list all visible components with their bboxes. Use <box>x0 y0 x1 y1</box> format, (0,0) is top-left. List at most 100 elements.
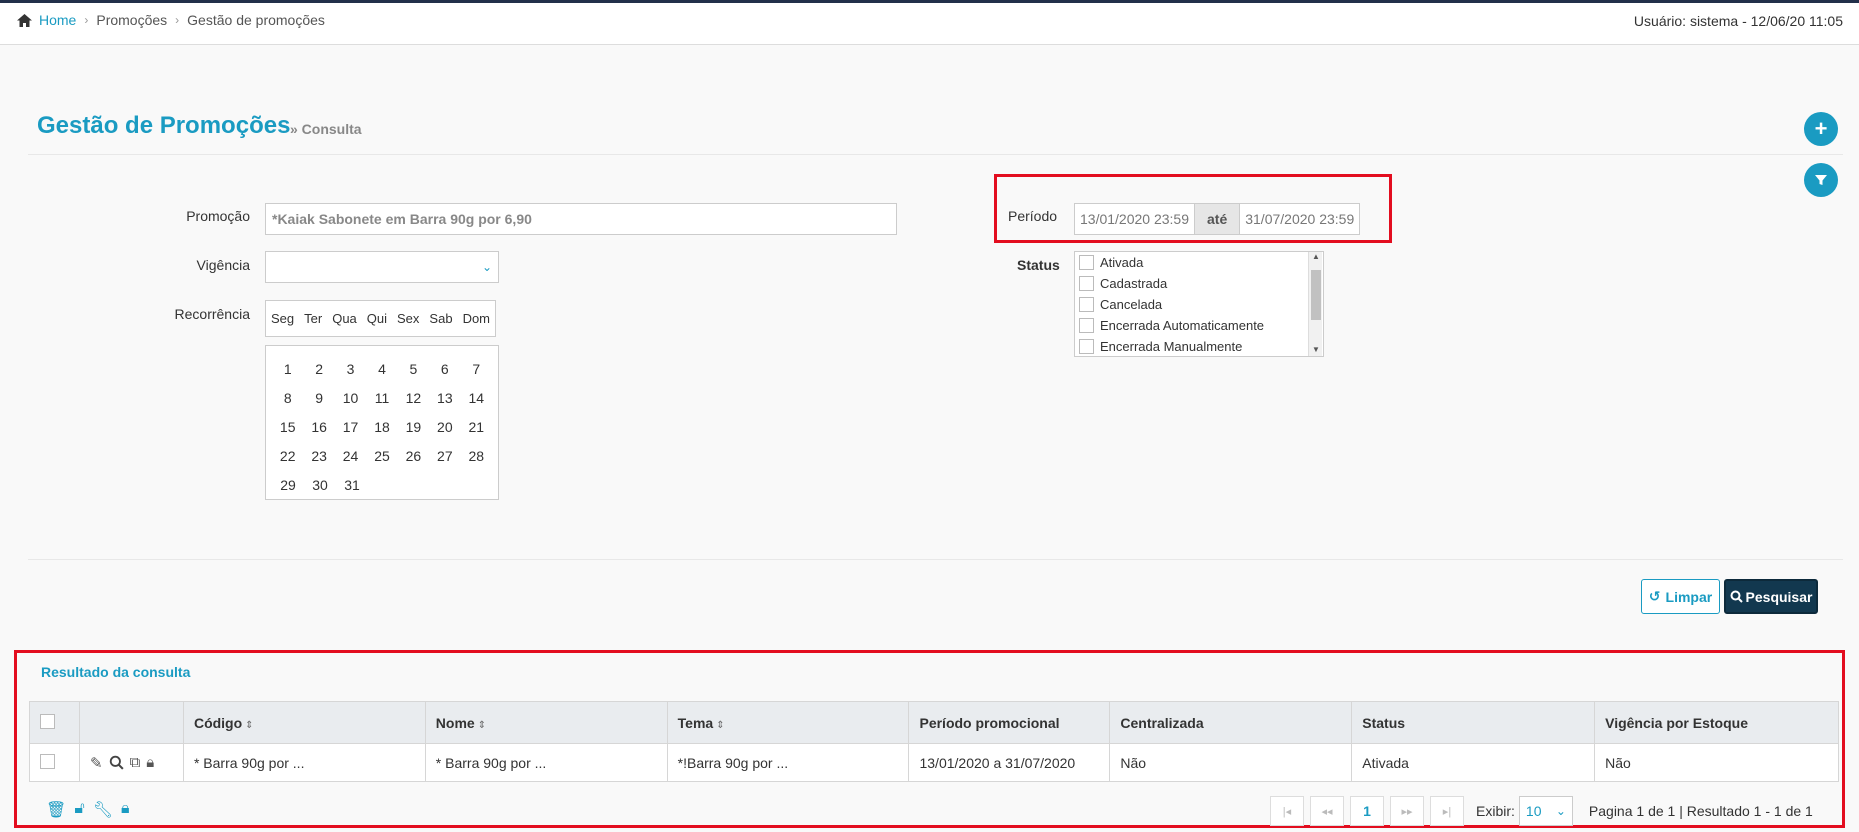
weekday-seg[interactable]: Seg <box>266 311 299 326</box>
edit-icon[interactable]: ✎ <box>90 754 103 772</box>
calendar-day[interactable]: 27 <box>429 448 460 464</box>
search-icon <box>1730 590 1743 603</box>
calendar-day[interactable]: 9 <box>303 390 334 406</box>
calendar-day[interactable]: 22 <box>272 448 303 464</box>
col-nome[interactable]: Nome ⇕ <box>424 701 668 744</box>
home-icon[interactable] <box>16 13 33 28</box>
calendar-day[interactable]: 2 <box>303 361 334 377</box>
status-option[interactable]: Encerrada Automaticamente <box>1075 315 1323 336</box>
promocao-value: *Kaiak Sabonete em Barra 90g por 6,90 <box>272 211 532 227</box>
calendar-day[interactable]: 12 <box>398 390 429 406</box>
breadcrumb-separator: › <box>84 13 89 27</box>
calendar-day[interactable]: 31 <box>336 477 368 493</box>
reset-icon: ↺ <box>1648 588 1661 604</box>
weekday-qui[interactable]: Qui <box>362 311 392 326</box>
weekday-dom[interactable]: Dom <box>458 311 495 326</box>
weekday-sab[interactable]: Sab <box>424 311 457 326</box>
calendar-day[interactable]: 15 <box>272 419 303 435</box>
calendar-day[interactable]: 5 <box>398 361 429 377</box>
calendar-day[interactable]: 3 <box>335 361 366 377</box>
scroll-up-icon[interactable]: ▲ <box>1312 252 1320 261</box>
scrollbar-thumb[interactable] <box>1311 270 1321 320</box>
col-tema[interactable]: Tema ⇕ <box>666 701 910 744</box>
calendar-day[interactable]: 14 <box>461 390 492 406</box>
vigencia-select[interactable]: ⌄ <box>265 251 499 283</box>
limpar-button[interactable]: ↺ Limpar <box>1641 579 1720 614</box>
status-option-label: Cadastrada <box>1100 276 1168 291</box>
select-all-header <box>29 701 80 744</box>
copy-icon[interactable]: ⧉ <box>130 754 141 771</box>
calendar-row: 29 30 31 <box>272 470 492 499</box>
select-all-checkbox[interactable] <box>40 713 55 729</box>
status-option[interactable]: Ativada <box>1075 252 1323 273</box>
cell-periodo: 13/01/2020 a 31/07/2020 <box>908 743 1111 782</box>
calendar-day[interactable]: 29 <box>272 477 304 493</box>
calendar-day[interactable]: 4 <box>366 361 397 377</box>
row-select-cell <box>29 743 80 782</box>
calendar-day[interactable]: 28 <box>461 448 492 464</box>
first-page-button[interactable]: |◂ <box>1270 796 1304 826</box>
checkbox[interactable] <box>1079 318 1094 333</box>
pesquisar-button[interactable]: Pesquisar <box>1724 579 1818 614</box>
calendar-day[interactable]: 16 <box>303 419 334 435</box>
calendar-day[interactable]: 24 <box>335 448 366 464</box>
page-size-select[interactable]: 10 ⌄ <box>1518 796 1573 826</box>
calendar-day[interactable]: 26 <box>398 448 429 464</box>
col-codigo[interactable]: Código ⇕ <box>182 701 426 744</box>
calendar-day[interactable]: 30 <box>304 477 336 493</box>
calendar-day[interactable]: 7 <box>461 361 492 377</box>
search-icon[interactable] <box>109 755 124 770</box>
unlock-icon[interactable]: 🔓︎ <box>74 800 84 820</box>
weekday-qua[interactable]: Qua <box>327 311 362 326</box>
promocao-input[interactable]: *Kaiak Sabonete em Barra 90g por 6,90 <box>265 203 897 235</box>
next-page-button[interactable]: ▸▸ <box>1390 796 1424 826</box>
status-scrollbar[interactable]: ▲ ▼ <box>1308 252 1322 356</box>
periodo-start-input[interactable]: 13/01/2020 23:59 <box>1075 211 1194 227</box>
weekday-sex[interactable]: Sex <box>392 311 424 326</box>
periodo-end-input[interactable]: 31/07/2020 23:59 <box>1240 211 1359 227</box>
periodo-label: Período <box>1008 208 1058 224</box>
status-label: Status <box>1017 257 1060 273</box>
wrench-icon[interactable]: 🔧︎ <box>93 800 113 820</box>
calendar-day[interactable]: 6 <box>429 361 460 377</box>
checkbox[interactable] <box>1079 339 1094 354</box>
calendar-day[interactable]: 21 <box>461 419 492 435</box>
checkbox[interactable] <box>1079 276 1094 291</box>
calendar-day[interactable]: 10 <box>335 390 366 406</box>
cell-tema: *!Barra 90g por ... <box>666 743 910 782</box>
sort-icon[interactable]: ⇕ <box>716 720 724 731</box>
calendar-day[interactable]: 11 <box>366 390 397 406</box>
calendar-row: 1 2 3 4 5 6 7 <box>272 354 492 383</box>
checkbox[interactable] <box>1079 297 1094 312</box>
lock-icon[interactable]: 🔒︎ <box>146 754 154 771</box>
checkbox[interactable] <box>1079 255 1094 270</box>
weekday-ter[interactable]: Ter <box>299 311 327 326</box>
trash-icon[interactable]: 🗑︎ <box>46 800 66 820</box>
add-button[interactable]: + <box>1804 112 1838 146</box>
calendar-day[interactable]: 13 <box>429 390 460 406</box>
col-periodo-label: Período promocional <box>919 714 1060 731</box>
status-option[interactable]: Encerrada Manualmente <box>1075 336 1323 356</box>
calendar-day[interactable]: 20 <box>429 419 460 435</box>
breadcrumb-home[interactable]: Home <box>39 12 76 28</box>
status-option[interactable]: Cadastrada <box>1075 273 1323 294</box>
calendar-day[interactable]: 1 <box>272 361 303 377</box>
calendar-day[interactable]: 17 <box>335 419 366 435</box>
last-page-button[interactable]: ▸| <box>1430 796 1464 826</box>
filter-button[interactable] <box>1804 163 1838 197</box>
status-option[interactable]: Cancelada <box>1075 294 1323 315</box>
sort-icon[interactable]: ⇕ <box>478 720 486 731</box>
calendar-day[interactable]: 19 <box>398 419 429 435</box>
scroll-down-icon[interactable]: ▼ <box>1312 345 1320 354</box>
calendar-day[interactable]: 18 <box>366 419 397 435</box>
breadcrumb-promocoes[interactable]: Promoções <box>96 12 167 28</box>
calendar-day[interactable]: 25 <box>366 448 397 464</box>
prev-page-button[interactable]: ◂◂ <box>1310 796 1344 826</box>
calendar-day[interactable]: 23 <box>303 448 334 464</box>
lock-icon[interactable]: 🔒︎ <box>121 800 130 820</box>
current-page[interactable]: 1 <box>1350 796 1384 826</box>
table-row[interactable]: ✎ ⧉ 🔒︎ * Barra 90g por ... * Barra 90g p… <box>29 743 1839 782</box>
row-checkbox[interactable] <box>40 753 55 769</box>
sort-icon[interactable]: ⇕ <box>245 720 253 731</box>
calendar-day[interactable]: 8 <box>272 390 303 406</box>
